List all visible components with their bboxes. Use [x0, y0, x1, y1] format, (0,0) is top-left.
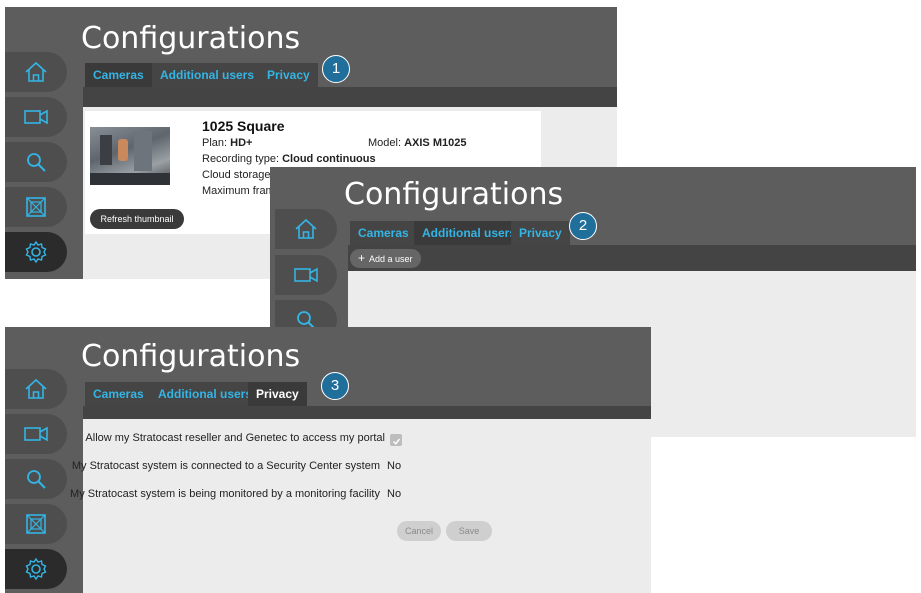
monitoring-label: My Stratocast system is being monitored … [70, 488, 380, 500]
camera-icon [23, 425, 49, 443]
tab-toolbar [83, 406, 651, 419]
tab-additional-users[interactable]: Additional users [414, 221, 525, 245]
sidebar-item-layouts[interactable] [5, 504, 67, 544]
sidebar-item-home[interactable] [275, 209, 337, 249]
recording-value: Cloud continuous [282, 153, 376, 165]
sidebar-item-home[interactable] [5, 369, 67, 409]
tab-cameras[interactable]: Cameras [85, 382, 152, 406]
check-icon [392, 431, 401, 450]
camera-cloud-storage: Cloud storage: [202, 169, 274, 181]
home-icon [24, 61, 48, 83]
model-label: Model: [368, 137, 402, 149]
sidebar-item-search[interactable] [5, 459, 67, 499]
model-value: AXIS M1025 [404, 137, 467, 149]
camera-plan: Plan: HD+ [202, 137, 252, 149]
tab-cameras[interactable]: Cameras [350, 221, 417, 245]
sidebar-item-configurations[interactable] [5, 549, 67, 589]
recording-label: Recording type: [202, 153, 280, 165]
page-title: Configurations [81, 339, 301, 374]
monitoring-value: No [387, 488, 402, 500]
tab-privacy[interactable]: Privacy [511, 221, 570, 245]
tab-toolbar [348, 245, 916, 271]
sidebar-item-layouts[interactable] [5, 187, 67, 227]
privacy-access-label: Allow my Stratocast reseller and Genetec… [85, 432, 385, 444]
sidebar-item-search[interactable] [5, 142, 67, 182]
camera-recording-type: Recording type: Cloud continuous [202, 153, 376, 165]
plus-icon: + [358, 251, 366, 265]
camera-name: 1025 Square [202, 118, 285, 134]
add-user-label: Add a user [369, 254, 413, 264]
step-badge: 2 [569, 212, 597, 240]
privacy-row-access: Allow my Stratocast reseller and Genetec… [83, 432, 385, 448]
step-badge: 1 [322, 55, 350, 83]
plan-label: Plan: [202, 137, 228, 149]
sidebar-item-home[interactable] [5, 52, 67, 92]
search-icon [25, 151, 47, 173]
privacy-row-security-center: My Stratocast system is connected to a S… [72, 460, 380, 476]
refresh-thumbnail-button[interactable]: Refresh thumbnail [90, 209, 184, 229]
camera-icon [23, 108, 49, 126]
tab-cameras[interactable]: Cameras [85, 63, 152, 87]
cancel-button[interactable]: Cancel [397, 521, 441, 541]
layout-icon [25, 196, 47, 218]
camera-model: Model: AXIS M1025 [368, 137, 466, 149]
tab-additional-users[interactable]: Additional users [152, 63, 263, 87]
tab-toolbar [83, 87, 617, 107]
search-icon [25, 468, 47, 490]
home-icon [294, 218, 318, 240]
home-icon [24, 378, 48, 400]
tab-additional-users[interactable]: Additional users [150, 382, 261, 406]
camera-max-framerate: Maximum fram [202, 185, 275, 197]
page-title: Configurations [344, 177, 564, 212]
tab-privacy[interactable]: Privacy [248, 382, 307, 406]
camera-thumbnail [90, 127, 170, 185]
panel-privacy: Configurations Cameras Additional users … [5, 327, 651, 593]
add-user-button[interactable]: + Add a user [350, 249, 421, 268]
step-badge: 3 [321, 372, 349, 400]
plan-value: HD+ [230, 137, 253, 149]
sidebar-item-cameras[interactable] [5, 97, 67, 137]
tab-privacy[interactable]: Privacy [259, 63, 318, 87]
save-button[interactable]: Save [446, 521, 492, 541]
sidebar-item-cameras[interactable] [5, 414, 67, 454]
layout-icon [25, 513, 47, 535]
gear-icon [24, 557, 48, 581]
security-center-label: My Stratocast system is connected to a S… [71, 460, 380, 472]
gear-icon [24, 240, 48, 264]
security-center-value: No [387, 460, 402, 472]
sidebar-item-cameras[interactable] [275, 255, 337, 295]
page-title: Configurations [81, 21, 301, 56]
camera-icon [293, 266, 319, 284]
privacy-access-checkbox[interactable] [390, 434, 402, 446]
sidebar-item-configurations[interactable] [5, 232, 67, 272]
privacy-row-monitoring: My Stratocast system is being monitored … [70, 488, 380, 504]
